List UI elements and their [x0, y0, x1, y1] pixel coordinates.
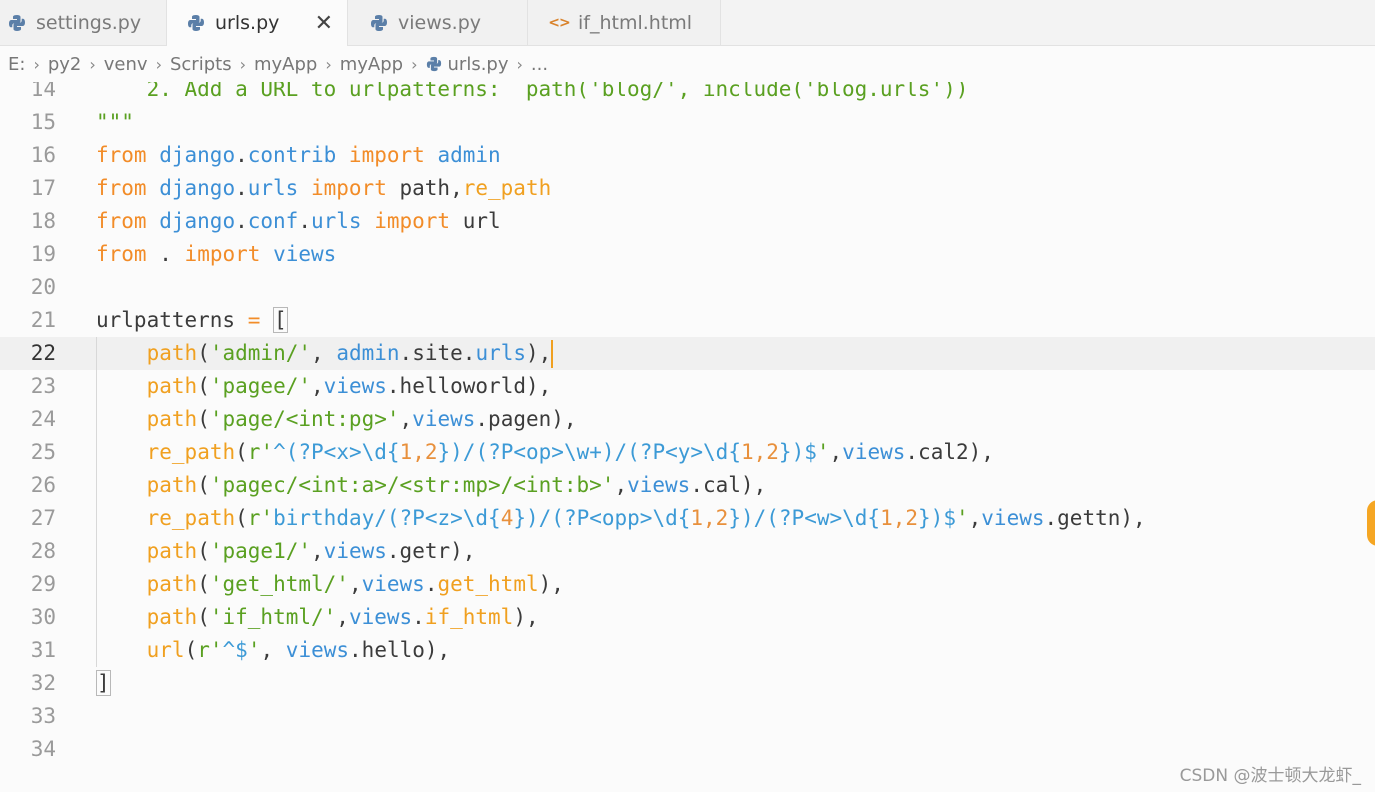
line-number: 33	[30, 704, 56, 728]
line-number: 21	[30, 308, 56, 332]
line-number: 28	[30, 539, 56, 563]
tab-urls-py[interactable]: urls.py ✕	[167, 0, 348, 46]
code-line[interactable]: 14 2. Add a URL to urlpatterns: path('bl…	[0, 82, 1375, 106]
code-line[interactable]: 34	[0, 733, 1375, 766]
code-text: re_path(r'birthday/(?P<z>\d{4})/(?P<opp>…	[146, 506, 1146, 530]
line-number: 31	[30, 638, 56, 662]
code-text: path('page/<int:pg>',views.pagen),	[146, 407, 577, 431]
tab-if-html[interactable]: <> if_html.html	[528, 0, 721, 45]
line-number: 22	[30, 341, 56, 365]
breadcrumb-item[interactable]: E:	[8, 54, 25, 75]
chevron-right-icon: ›	[325, 54, 332, 74]
line-number: 20	[30, 275, 56, 299]
code-line[interactable]: 31 url(r'^$', views.hello),	[0, 634, 1375, 667]
code-line[interactable]: 18 from django.conf.urls import url	[0, 205, 1375, 238]
breadcrumb-item[interactable]: myApp	[340, 54, 403, 75]
code-line[interactable]: 24 path('page/<int:pg>',views.pagen),	[0, 403, 1375, 436]
line-number: 32	[30, 671, 56, 695]
text-cursor	[551, 340, 554, 368]
chevron-right-icon: ›	[516, 54, 523, 74]
chevron-right-icon: ›	[239, 54, 246, 74]
chevron-right-icon: ›	[33, 54, 40, 74]
tab-views-py[interactable]: views.py	[348, 0, 528, 45]
code-line[interactable]: 22 path('admin/', admin.site.urls),	[0, 337, 1375, 370]
breadcrumb-item[interactable]: urls.py	[448, 54, 509, 75]
python-icon	[6, 12, 28, 34]
breadcrumb-item[interactable]: py2	[48, 54, 82, 75]
html-icon: <>	[548, 14, 570, 31]
code-line[interactable]: 23 path('pagee/',views.helloworld),	[0, 370, 1375, 403]
code-line[interactable]: 19 from . import views	[0, 238, 1375, 271]
code-text: path('get_html/',views.get_html),	[146, 572, 564, 596]
line-number: 23	[30, 374, 56, 398]
code-line[interactable]: 27 re_path(r'birthday/(?P<z>\d{4})/(?P<o…	[0, 502, 1375, 535]
code-text: ]	[96, 670, 111, 696]
code-text: 2. Add a URL to urlpatterns: path('blog/…	[96, 82, 969, 101]
code-line[interactable]: 20	[0, 271, 1375, 304]
breadcrumb-item[interactable]: ...	[531, 54, 548, 75]
line-number: 18	[30, 209, 56, 233]
tab-label: settings.py	[36, 11, 142, 34]
python-icon	[368, 12, 390, 34]
code-line[interactable]: 30 path('if_html/',views.if_html),	[0, 601, 1375, 634]
code-line[interactable]: 17 from django.urls import path,re_path	[0, 172, 1375, 205]
tab-settings-py[interactable]: settings.py	[0, 0, 167, 45]
code-text: path('if_html/',views.if_html),	[146, 605, 539, 629]
breadcrumb-item[interactable]: Scripts	[170, 54, 232, 75]
code-text: path('pagee/',views.helloworld),	[146, 374, 552, 398]
indent-guide	[96, 337, 97, 667]
code-text: re_path(r'^(?P<x>\d{1,2})/(?P<op>\w+)/(?…	[146, 440, 994, 464]
floating-widget[interactable]	[1367, 500, 1375, 546]
tab-label: if_html.html	[578, 11, 693, 34]
line-number: 27	[30, 506, 56, 530]
line-number: 26	[30, 473, 56, 497]
code-line[interactable]: 25 re_path(r'^(?P<x>\d{1,2})/(?P<op>\w+)…	[0, 436, 1375, 469]
line-number: 25	[30, 440, 56, 464]
code-line[interactable]: 32]	[0, 667, 1375, 700]
code-text: urlpatterns = [	[96, 307, 288, 333]
code-line[interactable]: 33	[0, 700, 1375, 733]
tab-label: urls.py	[215, 12, 280, 34]
code-line[interactable]: 21 urlpatterns = [	[0, 304, 1375, 337]
breadcrumb-item[interactable]: myApp	[254, 54, 317, 75]
chevron-right-icon: ›	[411, 54, 418, 74]
code-text: path('admin/', admin.site.urls),	[96, 337, 554, 370]
code-text: url(r'^$', views.hello),	[146, 638, 451, 662]
code-text: from django.urls import path,re_path	[96, 176, 552, 200]
python-icon	[426, 56, 442, 72]
code-line[interactable]: 29 path('get_html/',views.get_html),	[0, 568, 1375, 601]
code-text: from django.contrib import admin	[96, 143, 501, 167]
line-number: 19	[30, 242, 56, 266]
code-line[interactable]: 16 from django.contrib import admin	[0, 139, 1375, 172]
line-number: 29	[30, 572, 56, 596]
tab-label: views.py	[398, 11, 481, 34]
code-text: path('page1/',views.getr),	[146, 539, 476, 563]
close-icon[interactable]: ✕	[315, 11, 333, 36]
line-number: 14	[30, 82, 56, 101]
code-editor[interactable]: 14 2. Add a URL to urlpatterns: path('bl…	[0, 82, 1375, 792]
code-text: from django.conf.urls import url	[96, 209, 501, 233]
code-text: """	[96, 110, 134, 134]
line-number: 16	[30, 143, 56, 167]
tab-bar: settings.py urls.py ✕ views.py <> if_htm…	[0, 0, 1375, 46]
chevron-right-icon: ›	[89, 54, 96, 74]
code-text: from . import views	[96, 242, 337, 266]
chevron-right-icon: ›	[155, 54, 162, 74]
watermark: CSDN @波士顿大龙虾_	[1179, 766, 1361, 786]
line-number: 17	[30, 176, 56, 200]
code-line[interactable]: 26 path('pagec/<int:a>/<str:mp>/<int:b>'…	[0, 469, 1375, 502]
line-number: 30	[30, 605, 56, 629]
code-line[interactable]: 15 """	[0, 106, 1375, 139]
python-icon	[185, 12, 207, 34]
line-number: 15	[30, 110, 56, 134]
line-number: 34	[30, 737, 56, 761]
code-line[interactable]: 28 path('page1/',views.getr),	[0, 535, 1375, 568]
line-number: 24	[30, 407, 56, 431]
breadcrumb: E: › py2 › venv › Scripts › myApp › myAp…	[0, 46, 1375, 82]
code-text: path('pagec/<int:a>/<str:mp>/<int:b>',vi…	[146, 473, 767, 497]
breadcrumb-item[interactable]: venv	[104, 54, 148, 75]
